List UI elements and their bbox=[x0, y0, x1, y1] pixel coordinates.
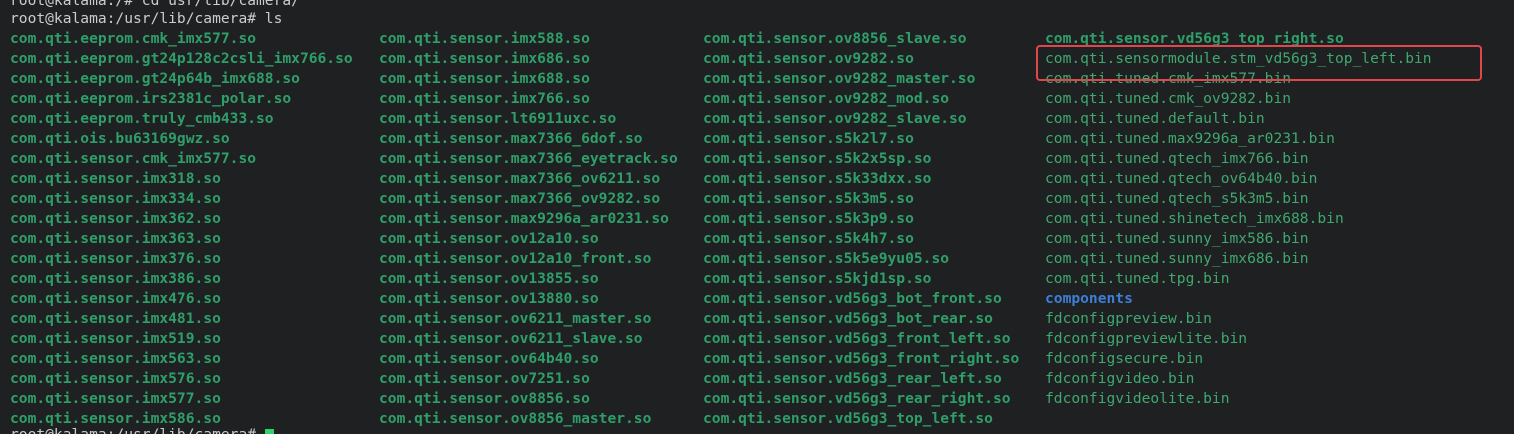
file-entry: com.qti.sensor.imx577.so bbox=[10, 390, 221, 407]
file-entry: com.qti.eeprom.irs2381c_polar.so bbox=[10, 90, 292, 107]
file-entry: com.qti.sensor.imx588.so bbox=[379, 30, 590, 47]
file-entry: com.qti.tuned.sunny_imx586.bin bbox=[1045, 230, 1309, 247]
file-entry: com.qti.sensor.vd56g3_bot_front.so bbox=[703, 290, 1002, 307]
file-entry: com.qti.sensor.ov9282_mod.so bbox=[703, 90, 950, 107]
file-entry: com.qti.sensor.imx386.so bbox=[10, 270, 221, 287]
listing-column-2: com.qti.sensor.imx588.so com.qti.sensor.i… bbox=[379, 29, 678, 429]
listing-column-1: com.qti.eeprom.cmk_imx577.so com.qti.eepr… bbox=[10, 29, 353, 429]
file-entry: com.qti.sensor.vd56g3_top_right.so bbox=[1045, 30, 1344, 47]
file-entry: com.qti.sensor.s5k2x5sp.so bbox=[703, 150, 932, 167]
terminal-window[interactable]: root@kalama:/# cd usr/lib/camera/ root@k… bbox=[0, 0, 1514, 434]
file-entry: com.qti.sensor.imx519.so bbox=[10, 330, 221, 347]
file-entry: com.qti.sensor.ov6211_master.so bbox=[379, 310, 652, 327]
file-entry: com.qti.sensor.vd56g3_top_left.so bbox=[703, 410, 993, 427]
file-entry: com.qti.sensor.max7366_ov9282.so bbox=[379, 190, 661, 207]
file-entry: com.qti.sensor.ov7251.so bbox=[379, 370, 590, 387]
file-entry: com.qti.sensor.s5k5e9yu05.so bbox=[703, 250, 950, 267]
file-entry: com.qti.tuned.qtech_s5k3m5.bin bbox=[1045, 190, 1309, 207]
file-entry: com.qti.sensor.max7366_eyetrack.so bbox=[379, 150, 678, 167]
file-entry: com.qti.sensor.imx688.so bbox=[379, 70, 590, 87]
file-entry: com.qti.tuned.qtech_imx766.bin bbox=[1045, 150, 1309, 167]
directory-entry: components bbox=[1045, 290, 1133, 307]
file-entry: com.qti.sensor.max7366_6dof.so bbox=[379, 130, 643, 147]
file-entry: com.qti.sensor.imx376.so bbox=[10, 250, 221, 267]
file-entry: fdconfigpreview.bin bbox=[1045, 310, 1212, 327]
file-entry: com.qti.tuned.max9296a_ar0231.bin bbox=[1045, 130, 1335, 147]
file-entry: com.qti.tuned.cmk_imx577.bin bbox=[1045, 70, 1292, 87]
file-entry: fdconfigsecure.bin bbox=[1045, 350, 1204, 367]
file-entry: com.qti.tuned.cmk_ov9282.bin bbox=[1045, 90, 1292, 107]
ls-command-line: root@kalama:/usr/lib/camera# ls bbox=[10, 10, 283, 27]
file-entry: com.qti.sensor.s5k4h7.so bbox=[703, 230, 914, 247]
current-prompt-line[interactable]: root@kalama:/usr/lib/camera# bbox=[10, 425, 274, 434]
file-entry: com.qti.sensor.ov64b40.so bbox=[379, 350, 599, 367]
file-entry: com.qti.tuned.sunny_imx686.bin bbox=[1045, 250, 1309, 267]
file-entry: com.qti.sensor.ov13880.so bbox=[379, 290, 599, 307]
file-entry: com.qti.sensor.ov8856_slave.so bbox=[703, 30, 967, 47]
file-entry: fdconfigvideo.bin bbox=[1045, 370, 1195, 387]
file-entry: fdconfigvideolite.bin bbox=[1045, 390, 1230, 407]
file-entry: com.qti.ois.bu63169gwz.so bbox=[10, 130, 230, 147]
file-entry: com.qti.sensor.s5k3m5.so bbox=[703, 190, 914, 207]
file-entry: com.qti.sensor.vd56g3_front_right.so bbox=[703, 350, 1020, 367]
file-entry: com.qti.sensor.ov12a10_front.so bbox=[379, 250, 652, 267]
current-prompt: root@kalama:/usr/lib/camera# bbox=[10, 426, 265, 434]
file-entry: com.qti.sensor.s5k33dxx.so bbox=[703, 170, 932, 187]
file-entry: com.qti.sensor.vd56g3_rear_right.so bbox=[703, 390, 1011, 407]
file-entry: com.qti.sensor.ov8856_master.so bbox=[379, 410, 652, 427]
file-entry: com.qti.tuned.qtech_ov64b40.bin bbox=[1045, 170, 1318, 187]
file-entry: com.qti.sensormodule.stm_vd56g3_top_left… bbox=[1045, 50, 1432, 67]
file-entry: com.qti.tuned.default.bin bbox=[1045, 110, 1265, 127]
file-entry: com.qti.sensor.imx563.so bbox=[10, 350, 221, 367]
file-entry: com.qti.sensor.imx686.so bbox=[379, 50, 590, 67]
file-entry: com.qti.sensor.vd56g3_rear_left.so bbox=[703, 370, 1002, 387]
file-entry: com.qti.sensor.ov8856.so bbox=[379, 390, 590, 407]
file-entry: com.qti.eeprom.gt24p64b_imx688.so bbox=[10, 70, 300, 87]
file-entry: com.qti.sensor.s5kjd1sp.so bbox=[703, 270, 932, 287]
file-entry: fdconfigpreviewlite.bin bbox=[1045, 330, 1248, 347]
file-entry: com.qti.sensor.imx362.so bbox=[10, 210, 221, 227]
file-entry: com.qti.eeprom.truly_cmb433.so bbox=[10, 110, 274, 127]
file-entry: com.qti.sensor.cmk_imx577.so bbox=[10, 150, 257, 167]
file-entry: com.qti.sensor.s5k3p9.so bbox=[703, 210, 914, 227]
file-entry: com.qti.sensor.ov13855.so bbox=[379, 270, 599, 287]
listing-column-4: com.qti.sensor.vd56g3_top_right.so com.qt… bbox=[1045, 29, 1432, 409]
file-entry: com.qti.tuned.tpg.bin bbox=[1045, 270, 1230, 287]
file-entry: com.qti.sensor.imx576.so bbox=[10, 370, 221, 387]
file-entry: com.qti.sensor.imx363.so bbox=[10, 230, 221, 247]
listing-column-3: com.qti.sensor.ov8856_slave.so com.qti.se… bbox=[703, 29, 1019, 429]
file-entry: com.qti.sensor.s5k2l7.so bbox=[703, 130, 914, 147]
file-entry: com.qti.eeprom.cmk_imx577.so bbox=[10, 30, 257, 47]
file-entry: com.qti.sensor.ov9282.so bbox=[703, 50, 914, 67]
file-entry: com.qti.eeprom.gt24p128c2csli_imx766.so bbox=[10, 50, 353, 67]
file-entry: com.qti.sensor.imx334.so bbox=[10, 190, 221, 207]
file-entry: com.qti.sensor.ov9282_slave.so bbox=[703, 110, 967, 127]
cursor-block bbox=[264, 429, 274, 434]
file-entry: com.qti.sensor.vd56g3_front_left.so bbox=[703, 330, 1011, 347]
file-entry: com.qti.sensor.lt6911uxc.so bbox=[379, 110, 617, 127]
file-entry: com.qti.sensor.imx481.so bbox=[10, 310, 221, 327]
file-entry: com.qti.sensor.imx766.so bbox=[379, 90, 590, 107]
file-entry: com.qti.sensor.imx318.so bbox=[10, 170, 221, 187]
file-entry: com.qti.sensor.vd56g3_bot_rear.so bbox=[703, 310, 993, 327]
file-entry: com.qti.sensor.imx476.so bbox=[10, 290, 221, 307]
file-entry: com.qti.sensor.ov12a10.so bbox=[379, 230, 599, 247]
file-entry: com.qti.tuned.shinetech_imx688.bin bbox=[1045, 210, 1344, 227]
file-entry: com.qti.sensor.max9296a_ar0231.so bbox=[379, 210, 669, 227]
file-entry: com.qti.sensor.ov9282_master.so bbox=[703, 70, 976, 87]
file-entry: com.qti.sensor.ov6211_slave.so bbox=[379, 330, 643, 347]
file-entry: com.qti.sensor.max7366_ov6211.so bbox=[379, 170, 661, 187]
